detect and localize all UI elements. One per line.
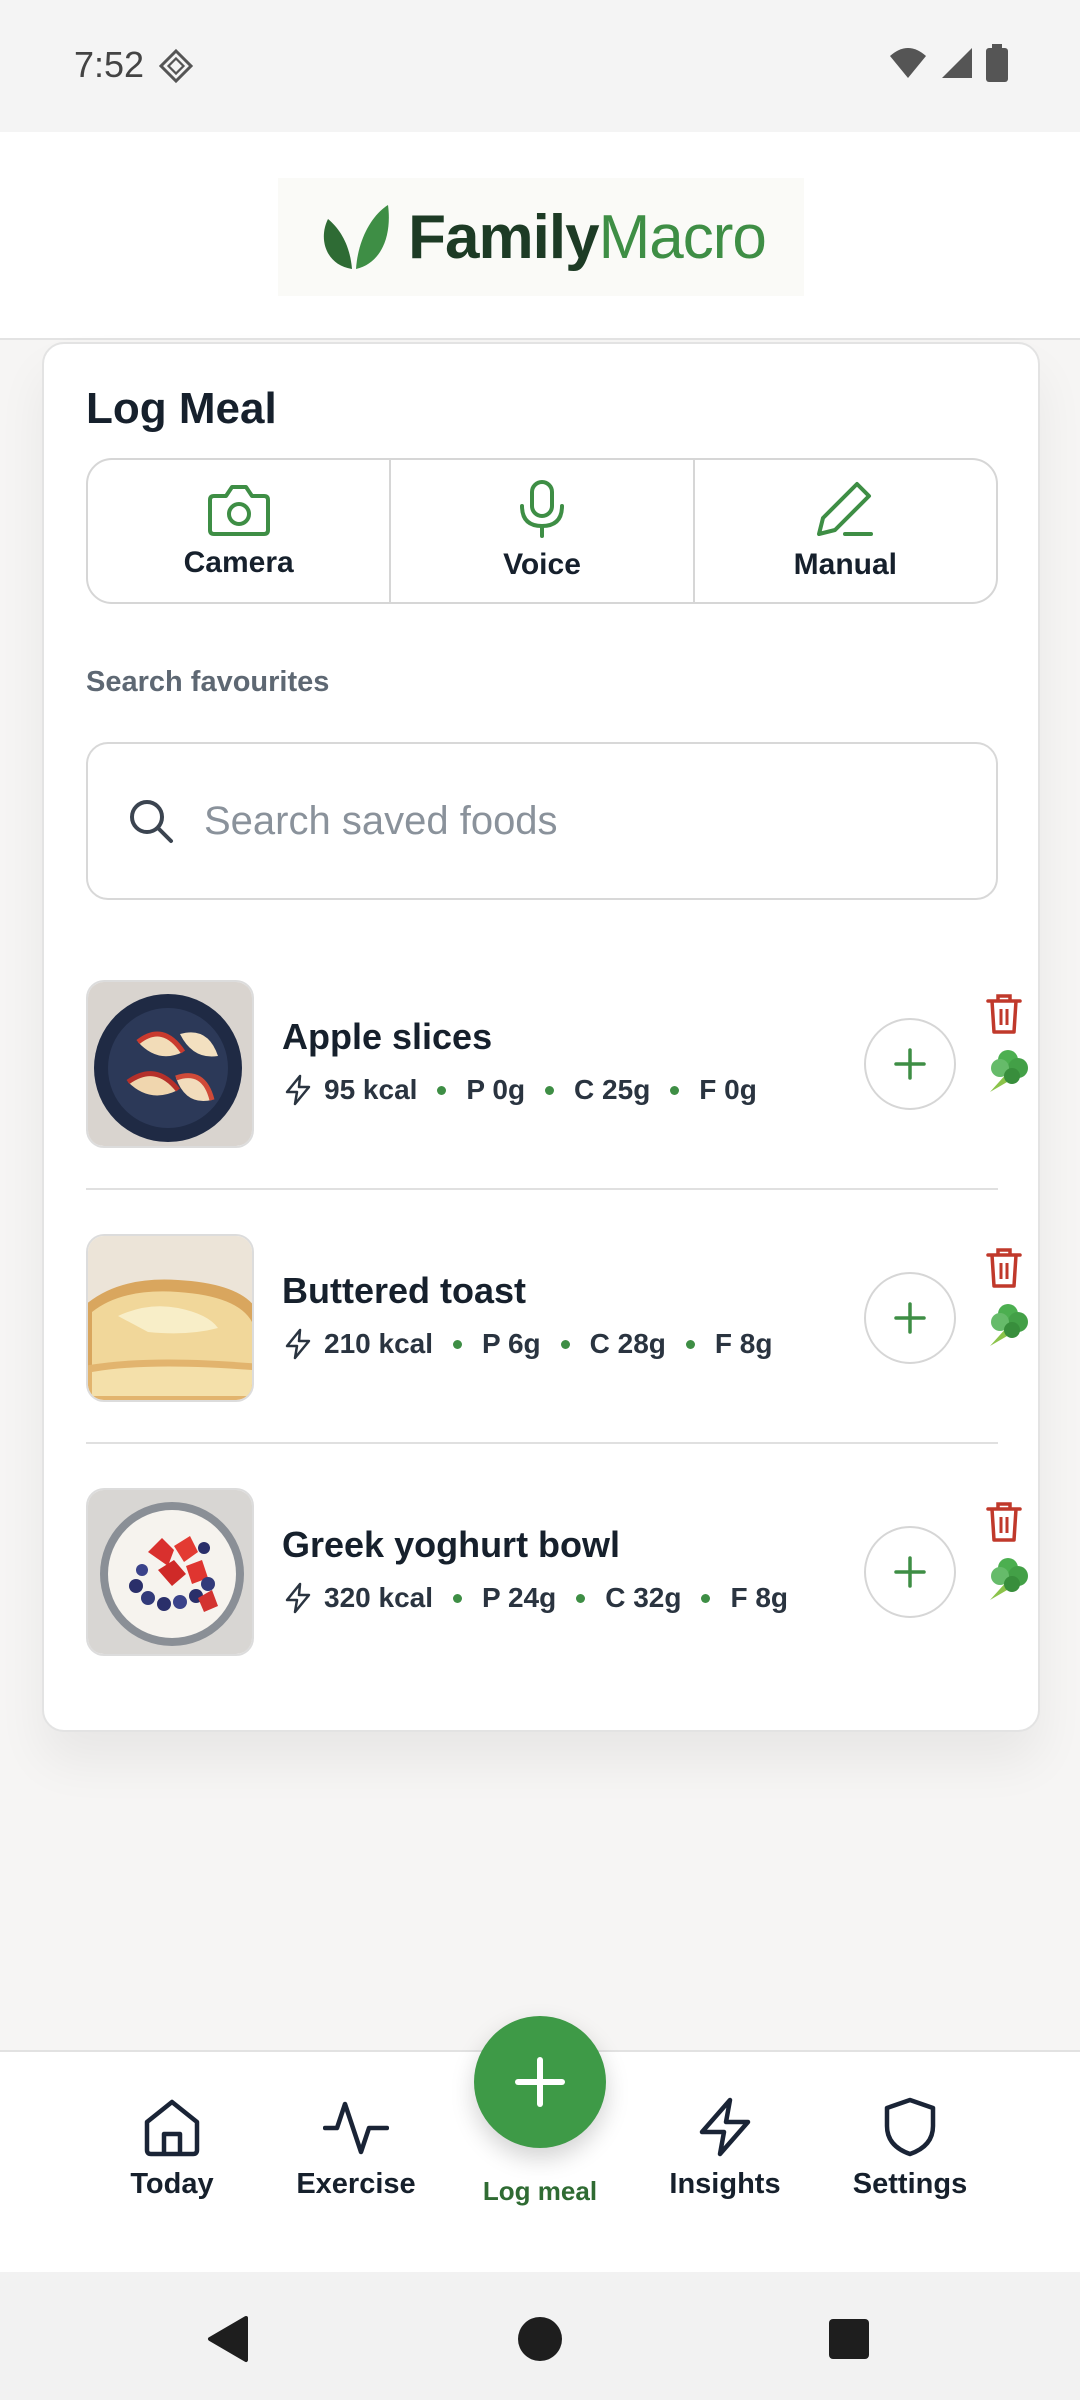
system-navigation-bar — [0, 2272, 1080, 2400]
food-carbs: C 25g — [574, 1074, 651, 1105]
leaf-icon — [323, 205, 390, 269]
notification-icon — [158, 48, 194, 84]
nav-today[interactable]: Today — [87, 2096, 257, 2201]
food-protein: P 0g — [466, 1074, 526, 1105]
card-title: Log Meal — [86, 384, 277, 433]
food-carbs: C 32g — [605, 1582, 682, 1613]
logo-text: FamilyMacro — [408, 202, 767, 272]
food-name: Greek yoghurt bowl — [282, 1524, 621, 1565]
status-icons — [888, 44, 1008, 82]
energy-icon — [285, 1074, 311, 1106]
plus-icon — [515, 2057, 565, 2107]
add-food-button[interactable] — [864, 1018, 956, 1110]
manual-label: Manual — [793, 548, 897, 581]
delete-icon[interactable] — [984, 1500, 1024, 1544]
home-circle-icon[interactable] — [517, 2316, 563, 2362]
pencil-icon — [817, 482, 874, 536]
food-macros: 95 kcal P 0g C 25g F 0g — [282, 1074, 757, 1106]
food-protein: P 24g — [482, 1582, 557, 1613]
separator-dot — [453, 1339, 462, 1349]
nav-today-label: Today — [130, 2168, 214, 2200]
food-protein: P 6g — [482, 1328, 541, 1359]
food-macros: 210 kcal P 6g C 28g F 8g — [282, 1328, 772, 1360]
nav-settings[interactable]: Settings — [825, 2096, 995, 2201]
back-icon[interactable] — [204, 2314, 250, 2364]
voice-label: Voice — [503, 548, 581, 581]
separator-dot — [545, 1085, 555, 1095]
search-box[interactable] — [86, 742, 998, 900]
separator-dot — [670, 1085, 680, 1095]
wifi-icon — [890, 48, 926, 78]
plus-icon — [894, 1302, 926, 1334]
search-favourites-label: Search favourites — [86, 666, 330, 698]
food-kcal: 95 kcal — [324, 1074, 418, 1105]
food-name: Buttered toast — [282, 1270, 527, 1311]
food-kcal: 320 kcal — [324, 1582, 433, 1613]
food-macros: 320 kcal P 24g C 32g F 8g — [282, 1582, 788, 1614]
status-bar: 7:52 — [0, 0, 1080, 132]
list-item[interactable]: Apple slices 95 kcal P 0g C 25g F 0g — [86, 936, 1028, 1190]
manual-option[interactable]: Manual — [695, 460, 996, 602]
home-icon — [144, 2099, 200, 2157]
food-name: Apple slices — [282, 1016, 493, 1057]
delete-icon[interactable] — [984, 1246, 1024, 1290]
separator-dot — [560, 1339, 570, 1349]
zap-icon — [699, 2097, 751, 2157]
camera-label: Camera — [183, 546, 294, 579]
separator-dot — [576, 1593, 586, 1603]
food-kcal: 210 kcal — [324, 1328, 433, 1359]
energy-icon — [285, 1582, 311, 1614]
battery-icon — [986, 44, 1008, 82]
log-meal-label: Log meal — [482, 2176, 598, 2206]
broccoli-icon — [990, 1558, 1028, 1600]
plus-icon — [894, 1556, 926, 1588]
search-input[interactable] — [204, 798, 964, 844]
food-fat: F 0g — [699, 1074, 757, 1105]
apple-slices-photo — [86, 980, 254, 1148]
shield-icon — [884, 2097, 936, 2157]
mic-icon — [519, 480, 564, 538]
nav-insights[interactable]: Insights — [640, 2096, 810, 2201]
activity-icon — [323, 2101, 389, 2155]
food-fat: F 8g — [730, 1582, 789, 1613]
delete-icon[interactable] — [984, 992, 1024, 1036]
signal-icon — [942, 48, 972, 78]
broccoli-icon — [990, 1050, 1028, 1092]
nav-exercise[interactable]: Exercise — [271, 2096, 441, 2201]
plus-icon — [894, 1048, 926, 1080]
nav-settings-label: Settings — [852, 2168, 968, 2200]
status-time: 7:52 — [74, 44, 145, 85]
separator-dot — [685, 1339, 695, 1349]
nav-insights-label: Insights — [669, 2168, 781, 2200]
nav-exercise-label: Exercise — [296, 2168, 416, 2200]
add-food-button[interactable] — [864, 1272, 956, 1364]
add-food-button[interactable] — [864, 1526, 956, 1618]
list-item[interactable]: Buttered toast 210 kcal P 6g C 28g F 8g — [86, 1190, 1028, 1444]
app-header: FamilyMacro — [0, 132, 1080, 340]
log-meal-card: Log Meal Camera Voice Manual Search favo… — [42, 342, 1040, 1732]
log-meal-fab[interactable] — [474, 2016, 606, 2148]
energy-icon — [285, 1328, 311, 1360]
broccoli-icon — [990, 1304, 1028, 1346]
voice-option[interactable]: Voice — [391, 460, 695, 602]
camera-option[interactable]: Camera — [88, 460, 392, 602]
search-icon — [130, 800, 173, 843]
separator-dot — [701, 1593, 711, 1603]
recents-icon[interactable] — [828, 2318, 870, 2360]
food-fat: F 8g — [714, 1328, 773, 1359]
camera-icon — [207, 485, 270, 536]
greek-yoghurt-photo — [86, 1488, 254, 1656]
log-method-selector: Camera Voice Manual — [86, 458, 998, 604]
separator-dot — [453, 1593, 462, 1603]
separator-dot — [437, 1085, 447, 1095]
favourite-foods-list: Apple slices 95 kcal P 0g C 25g F 0g But… — [86, 936, 1028, 1698]
buttered-toast-photo — [86, 1234, 254, 1402]
food-carbs: C 28g — [589, 1328, 666, 1359]
app-logo: FamilyMacro — [278, 178, 804, 296]
list-item[interactable]: Greek yoghurt bowl 320 kcal P 24g C 32g … — [86, 1444, 1028, 1698]
